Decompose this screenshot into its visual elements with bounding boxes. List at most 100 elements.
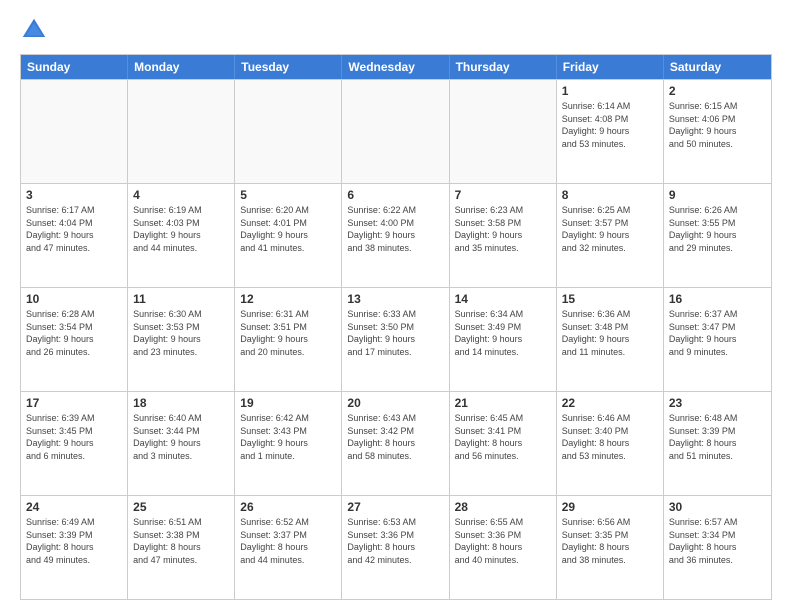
cell-details: Sunrise: 6:51 AM Sunset: 3:38 PM Dayligh… (133, 516, 229, 566)
cell-details: Sunrise: 6:31 AM Sunset: 3:51 PM Dayligh… (240, 308, 336, 358)
day-number: 27 (347, 500, 443, 514)
calendar-cell (235, 80, 342, 183)
cell-details: Sunrise: 6:57 AM Sunset: 3:34 PM Dayligh… (669, 516, 766, 566)
day-number: 7 (455, 188, 551, 202)
calendar-header: SundayMondayTuesdayWednesdayThursdayFrid… (21, 55, 771, 79)
day-number: 23 (669, 396, 766, 410)
cell-details: Sunrise: 6:48 AM Sunset: 3:39 PM Dayligh… (669, 412, 766, 462)
day-number: 30 (669, 500, 766, 514)
calendar-cell: 21 Sunrise: 6:45 AM Sunset: 3:41 PM Dayli… (450, 392, 557, 495)
header (20, 16, 772, 44)
calendar-cell: 14Sunrise: 6:34 AM Sunset: 3:49 PM Dayli… (450, 288, 557, 391)
cell-details: Sunrise: 6:25 AM Sunset: 3:57 PM Dayligh… (562, 204, 658, 254)
cell-details: Sunrise: 6:43 AM Sunset: 3:42 PM Dayligh… (347, 412, 443, 462)
cell-details: Sunrise: 6:33 AM Sunset: 3:50 PM Dayligh… (347, 308, 443, 358)
calendar-cell (21, 80, 128, 183)
calendar-body: 1 Sunrise: 6:14 AM Sunset: 4:08 PM Daylig… (21, 79, 771, 599)
day-number: 26 (240, 500, 336, 514)
calendar-cell: 6 Sunrise: 6:22 AM Sunset: 4:00 PM Daylig… (342, 184, 449, 287)
cell-details: Sunrise: 6:36 AM Sunset: 3:48 PM Dayligh… (562, 308, 658, 358)
calendar-cell: 4 Sunrise: 6:19 AM Sunset: 4:03 PM Daylig… (128, 184, 235, 287)
day-number: 24 (26, 500, 122, 514)
calendar-row: 24 Sunrise: 6:49 AM Sunset: 3:39 PM Dayli… (21, 495, 771, 599)
calendar-cell (342, 80, 449, 183)
day-number: 16 (669, 292, 766, 306)
calendar-header-cell: Tuesday (235, 55, 342, 79)
day-number: 3 (26, 188, 122, 202)
calendar-cell: 16 Sunrise: 6:37 AM Sunset: 3:47 PM Dayli… (664, 288, 771, 391)
calendar-cell: 30 Sunrise: 6:57 AM Sunset: 3:34 PM Dayli… (664, 496, 771, 599)
cell-details: Sunrise: 6:42 AM Sunset: 3:43 PM Dayligh… (240, 412, 336, 462)
calendar-cell: 2 Sunrise: 6:15 AM Sunset: 4:06 PM Daylig… (664, 80, 771, 183)
cell-details: Sunrise: 6:37 AM Sunset: 3:47 PM Dayligh… (669, 308, 766, 358)
calendar-cell: 25Sunrise: 6:51 AM Sunset: 3:38 PM Dayli… (128, 496, 235, 599)
calendar-cell: 22 Sunrise: 6:46 AM Sunset: 3:40 PM Dayli… (557, 392, 664, 495)
calendar-row: 17 Sunrise: 6:39 AM Sunset: 3:45 PM Dayli… (21, 391, 771, 495)
calendar-cell: 10Sunrise: 6:28 AM Sunset: 3:54 PM Dayli… (21, 288, 128, 391)
calendar-cell: 1 Sunrise: 6:14 AM Sunset: 4:08 PM Daylig… (557, 80, 664, 183)
day-number: 1 (562, 84, 658, 98)
calendar-cell: 5Sunrise: 6:20 AM Sunset: 4:01 PM Daylig… (235, 184, 342, 287)
cell-details: Sunrise: 6:40 AM Sunset: 3:44 PM Dayligh… (133, 412, 229, 462)
day-number: 29 (562, 500, 658, 514)
calendar-header-cell: Friday (557, 55, 664, 79)
cell-details: Sunrise: 6:53 AM Sunset: 3:36 PM Dayligh… (347, 516, 443, 566)
day-number: 20 (347, 396, 443, 410)
cell-details: Sunrise: 6:49 AM Sunset: 3:39 PM Dayligh… (26, 516, 122, 566)
calendar-cell: 29 Sunrise: 6:56 AM Sunset: 3:35 PM Dayli… (557, 496, 664, 599)
cell-details: Sunrise: 6:17 AM Sunset: 4:04 PM Dayligh… (26, 204, 122, 254)
cell-details: Sunrise: 6:52 AM Sunset: 3:37 PM Dayligh… (240, 516, 336, 566)
day-number: 28 (455, 500, 551, 514)
calendar-cell: 9 Sunrise: 6:26 AM Sunset: 3:55 PM Daylig… (664, 184, 771, 287)
day-number: 9 (669, 188, 766, 202)
cell-details: Sunrise: 6:45 AM Sunset: 3:41 PM Dayligh… (455, 412, 551, 462)
day-number: 19 (240, 396, 336, 410)
calendar-row: 1 Sunrise: 6:14 AM Sunset: 4:08 PM Daylig… (21, 79, 771, 183)
cell-details: Sunrise: 6:14 AM Sunset: 4:08 PM Dayligh… (562, 100, 658, 150)
calendar-cell: 24 Sunrise: 6:49 AM Sunset: 3:39 PM Dayli… (21, 496, 128, 599)
day-number: 21 (455, 396, 551, 410)
calendar-cell: 13Sunrise: 6:33 AM Sunset: 3:50 PM Dayli… (342, 288, 449, 391)
calendar-header-cell: Monday (128, 55, 235, 79)
calendar-cell (450, 80, 557, 183)
cell-details: Sunrise: 6:56 AM Sunset: 3:35 PM Dayligh… (562, 516, 658, 566)
cell-details: Sunrise: 6:22 AM Sunset: 4:00 PM Dayligh… (347, 204, 443, 254)
cell-details: Sunrise: 6:23 AM Sunset: 3:58 PM Dayligh… (455, 204, 551, 254)
day-number: 22 (562, 396, 658, 410)
cell-details: Sunrise: 6:39 AM Sunset: 3:45 PM Dayligh… (26, 412, 122, 462)
day-number: 17 (26, 396, 122, 410)
calendar-cell: 27 Sunrise: 6:53 AM Sunset: 3:36 PM Dayli… (342, 496, 449, 599)
calendar-cell: 3 Sunrise: 6:17 AM Sunset: 4:04 PM Daylig… (21, 184, 128, 287)
cell-details: Sunrise: 6:19 AM Sunset: 4:03 PM Dayligh… (133, 204, 229, 254)
cell-details: Sunrise: 6:55 AM Sunset: 3:36 PM Dayligh… (455, 516, 551, 566)
logo (20, 16, 52, 44)
cell-details: Sunrise: 6:15 AM Sunset: 4:06 PM Dayligh… (669, 100, 766, 150)
calendar: SundayMondayTuesdayWednesdayThursdayFrid… (20, 54, 772, 600)
day-number: 11 (133, 292, 229, 306)
logo-icon (20, 16, 48, 44)
calendar-header-cell: Thursday (450, 55, 557, 79)
cell-details: Sunrise: 6:26 AM Sunset: 3:55 PM Dayligh… (669, 204, 766, 254)
cell-details: Sunrise: 6:20 AM Sunset: 4:01 PM Dayligh… (240, 204, 336, 254)
calendar-row: 3 Sunrise: 6:17 AM Sunset: 4:04 PM Daylig… (21, 183, 771, 287)
day-number: 10 (26, 292, 122, 306)
page: SundayMondayTuesdayWednesdayThursdayFrid… (0, 0, 792, 612)
day-number: 15 (562, 292, 658, 306)
day-number: 4 (133, 188, 229, 202)
calendar-cell: 17 Sunrise: 6:39 AM Sunset: 3:45 PM Dayli… (21, 392, 128, 495)
day-number: 8 (562, 188, 658, 202)
day-number: 18 (133, 396, 229, 410)
day-number: 6 (347, 188, 443, 202)
cell-details: Sunrise: 6:46 AM Sunset: 3:40 PM Dayligh… (562, 412, 658, 462)
calendar-header-cell: Saturday (664, 55, 771, 79)
calendar-cell: 11 Sunrise: 6:30 AM Sunset: 3:53 PM Dayli… (128, 288, 235, 391)
calendar-cell (128, 80, 235, 183)
day-number: 2 (669, 84, 766, 98)
calendar-cell: 12Sunrise: 6:31 AM Sunset: 3:51 PM Dayli… (235, 288, 342, 391)
calendar-cell: 23 Sunrise: 6:48 AM Sunset: 3:39 PM Dayli… (664, 392, 771, 495)
cell-details: Sunrise: 6:30 AM Sunset: 3:53 PM Dayligh… (133, 308, 229, 358)
calendar-cell: 8 Sunrise: 6:25 AM Sunset: 3:57 PM Daylig… (557, 184, 664, 287)
calendar-cell: 15 Sunrise: 6:36 AM Sunset: 3:48 PM Dayli… (557, 288, 664, 391)
calendar-cell: 19 Sunrise: 6:42 AM Sunset: 3:43 PM Dayli… (235, 392, 342, 495)
calendar-header-cell: Sunday (21, 55, 128, 79)
